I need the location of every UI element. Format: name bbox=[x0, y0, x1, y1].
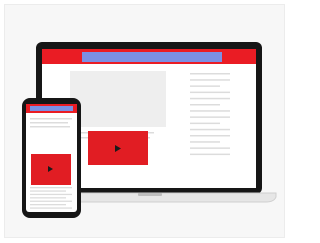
text-line bbox=[190, 116, 230, 118]
text-line bbox=[30, 204, 66, 206]
text-line bbox=[30, 197, 66, 199]
text-line bbox=[190, 147, 230, 149]
text-line bbox=[190, 110, 230, 112]
laptop-video-thumbnail bbox=[70, 71, 166, 127]
text-line bbox=[190, 91, 230, 94]
text-line bbox=[190, 141, 220, 143]
text-line bbox=[30, 187, 72, 189]
device-illustration bbox=[22, 42, 277, 218]
phone-top-lines bbox=[30, 118, 72, 128]
text-line bbox=[190, 122, 220, 125]
text-line bbox=[30, 190, 66, 192]
text-line bbox=[30, 126, 70, 128]
laptop-hinge-notch bbox=[138, 193, 162, 196]
text-line bbox=[190, 104, 220, 106]
text-line bbox=[30, 207, 72, 209]
text-line bbox=[190, 97, 230, 100]
text-line bbox=[190, 135, 230, 137]
laptop-search-bar bbox=[82, 52, 222, 62]
text-line bbox=[30, 200, 72, 202]
text-line bbox=[30, 193, 72, 196]
phone bbox=[22, 98, 81, 218]
text-line bbox=[190, 153, 230, 156]
text-line bbox=[190, 73, 230, 75]
text-line bbox=[30, 118, 72, 120]
text-line bbox=[30, 122, 68, 124]
text-line bbox=[190, 79, 230, 81]
text-line bbox=[190, 85, 220, 87]
phone-notch bbox=[42, 100, 61, 103]
text-line bbox=[190, 128, 230, 131]
phone-search-bar bbox=[30, 106, 73, 111]
